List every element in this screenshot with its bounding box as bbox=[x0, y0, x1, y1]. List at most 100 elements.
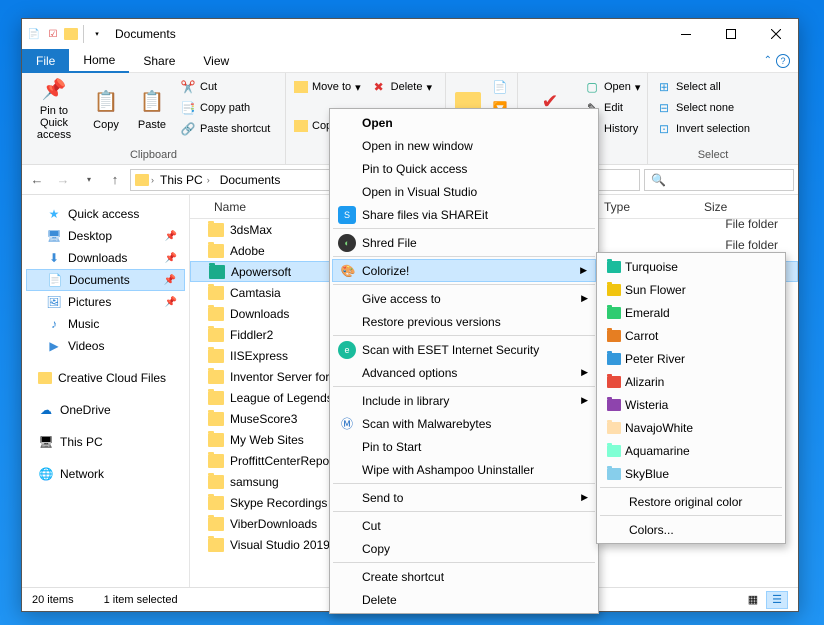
ctx-create-shortcut[interactable]: Create shortcut bbox=[332, 565, 596, 588]
search-input[interactable]: 🔍 bbox=[644, 169, 794, 191]
ctx-open[interactable]: Open bbox=[332, 111, 596, 134]
color-option[interactable]: Peter River bbox=[599, 347, 783, 370]
copy-button[interactable]: 📋Copy bbox=[84, 75, 128, 143]
qat-dropdown-icon[interactable]: ▾ bbox=[89, 26, 105, 42]
details-view-button[interactable]: ☰ bbox=[766, 591, 788, 609]
color-option[interactable]: Emerald bbox=[599, 301, 783, 324]
nav-creative-cloud[interactable]: Creative Cloud Files bbox=[26, 367, 185, 389]
color-option[interactable]: SkyBlue bbox=[599, 462, 783, 485]
color-option[interactable]: Wisteria bbox=[599, 393, 783, 416]
maximize-button[interactable] bbox=[708, 19, 753, 49]
folder-icon bbox=[208, 475, 224, 489]
crumb-thispc[interactable]: This PC › bbox=[156, 173, 214, 187]
tab-share[interactable]: Share bbox=[129, 49, 189, 73]
select-none-button[interactable]: ⊟Select none bbox=[652, 98, 754, 118]
videos-icon: ▶ bbox=[46, 338, 62, 354]
close-button[interactable] bbox=[753, 19, 798, 49]
ctx-send-to[interactable]: Send to▶ bbox=[332, 486, 596, 509]
recent-dropdown[interactable]: ▾ bbox=[78, 169, 100, 191]
paste-shortcut-icon: 🔗 bbox=[180, 121, 196, 137]
ctx-copy[interactable]: Copy bbox=[332, 537, 596, 560]
music-icon: ♪ bbox=[46, 316, 62, 332]
ctx-malwarebytes[interactable]: ⓂScan with Malwarebytes bbox=[332, 412, 596, 435]
restore-color[interactable]: Restore original color bbox=[599, 490, 783, 513]
pc-icon: 🖥 bbox=[38, 434, 54, 450]
up-button[interactable]: ↑ bbox=[104, 169, 126, 191]
pin-quick-access-button[interactable]: 📌Pin to Quick access bbox=[26, 75, 82, 143]
folder-icon bbox=[208, 538, 224, 552]
invert-selection-button[interactable]: ⊡Invert selection bbox=[652, 119, 754, 139]
nav-onedrive[interactable]: ☁OneDrive bbox=[26, 399, 185, 421]
color-option[interactable]: Aquamarine bbox=[599, 439, 783, 462]
thumbnail-view-button[interactable]: ▦ bbox=[742, 591, 764, 609]
cut-button[interactable]: ✂️Cut bbox=[176, 77, 274, 97]
ctx-pin-start[interactable]: Pin to Start bbox=[332, 435, 596, 458]
folder-icon bbox=[208, 433, 224, 447]
cut-icon: ✂️ bbox=[180, 79, 196, 95]
ribbon-collapse-icon[interactable]: ⌃ bbox=[764, 55, 772, 66]
paste-shortcut-button[interactable]: 🔗Paste shortcut bbox=[176, 119, 274, 139]
ctx-include-library[interactable]: Include in library▶ bbox=[332, 389, 596, 412]
new-item-button[interactable]: 📄 bbox=[488, 77, 512, 97]
col-size[interactable]: Size bbox=[698, 200, 733, 214]
colorize-icon: 🎨 bbox=[339, 262, 357, 280]
col-type[interactable]: Type bbox=[598, 200, 698, 214]
copy-path-button[interactable]: 📑Copy path bbox=[176, 98, 274, 118]
minimize-button[interactable] bbox=[663, 19, 708, 49]
pin-icon: 📌 bbox=[165, 253, 177, 264]
color-swatch-icon bbox=[607, 376, 621, 388]
paste-button[interactable]: 📋Paste bbox=[130, 75, 174, 143]
ctx-ashampoo[interactable]: Wipe with Ashampoo Uninstaller bbox=[332, 458, 596, 481]
ctx-give-access[interactable]: Give access to▶ bbox=[332, 287, 596, 310]
nav-downloads[interactable]: ⬇Downloads📌 bbox=[26, 247, 185, 269]
back-button[interactable]: ← bbox=[26, 169, 48, 191]
folder-icon bbox=[208, 391, 224, 405]
help-icon[interactable]: ? bbox=[776, 54, 790, 68]
documents-icon: 📄 bbox=[47, 272, 63, 288]
file-name: Apowersoft bbox=[231, 265, 291, 279]
color-option[interactable]: Alizarin bbox=[599, 370, 783, 393]
ctx-eset[interactable]: eScan with ESET Internet Security bbox=[332, 338, 596, 361]
more-colors[interactable]: Colors... bbox=[599, 518, 783, 541]
color-swatch-icon bbox=[607, 284, 621, 296]
nav-videos[interactable]: ▶Videos bbox=[26, 335, 185, 357]
ctx-delete[interactable]: Delete bbox=[332, 588, 596, 611]
tab-home[interactable]: Home bbox=[69, 49, 129, 73]
ctx-cut[interactable]: Cut bbox=[332, 514, 596, 537]
pin-icon: 📌 bbox=[164, 275, 176, 286]
nav-network[interactable]: 🌐Network bbox=[26, 463, 185, 485]
nav-desktop[interactable]: 🖥Desktop📌 bbox=[26, 225, 185, 247]
file-name: IISExpress bbox=[230, 349, 288, 363]
nav-quick-access[interactable]: ★Quick access bbox=[26, 203, 185, 225]
crumb-documents[interactable]: Documents bbox=[216, 173, 285, 187]
nav-music[interactable]: ♪Music bbox=[26, 313, 185, 335]
submenu-arrow-icon: ▶ bbox=[581, 492, 588, 503]
folder-icon bbox=[208, 328, 224, 342]
ctx-shred[interactable]: ◐Shred File bbox=[332, 231, 596, 254]
color-option[interactable]: Sun Flower bbox=[599, 278, 783, 301]
tab-file[interactable]: File bbox=[22, 49, 69, 73]
forward-button[interactable]: → bbox=[52, 169, 74, 191]
nav-pictures[interactable]: 🖼Pictures📌 bbox=[26, 291, 185, 313]
ctx-pin-quick[interactable]: Pin to Quick access bbox=[332, 157, 596, 180]
ctx-shareit[interactable]: SShare files via SHAREit bbox=[332, 203, 596, 226]
color-option[interactable]: NavajoWhite bbox=[599, 416, 783, 439]
nav-thispc[interactable]: 🖥This PC bbox=[26, 431, 185, 453]
colorize-submenu: TurquoiseSun Flower Emerald CarrotPeter Ri… bbox=[596, 252, 786, 544]
color-label: Emerald bbox=[625, 306, 670, 320]
ctx-colorize[interactable]: 🎨Colorize!▶ bbox=[332, 259, 596, 282]
color-option[interactable]: Turquoise bbox=[599, 255, 783, 278]
ctx-advanced[interactable]: Advanced options▶ bbox=[332, 361, 596, 384]
move-to-button[interactable]: Move to ▾ bbox=[290, 77, 365, 97]
tab-view[interactable]: View bbox=[189, 49, 243, 73]
ctx-open-new-window[interactable]: Open in new window bbox=[332, 134, 596, 157]
color-option[interactable]: Carrot bbox=[599, 324, 783, 347]
qat-icon[interactable]: ☑ bbox=[45, 26, 61, 42]
nav-documents[interactable]: 📄Documents📌 bbox=[26, 269, 185, 291]
color-swatch-icon bbox=[607, 422, 621, 434]
open-button[interactable]: ▢Open ▾ bbox=[580, 77, 644, 97]
delete-button[interactable]: ✖Delete ▾ bbox=[367, 77, 437, 97]
select-all-button[interactable]: ⊞Select all bbox=[652, 77, 754, 97]
ctx-open-vs[interactable]: Open in Visual Studio bbox=[332, 180, 596, 203]
ctx-restore-versions[interactable]: Restore previous versions bbox=[332, 310, 596, 333]
